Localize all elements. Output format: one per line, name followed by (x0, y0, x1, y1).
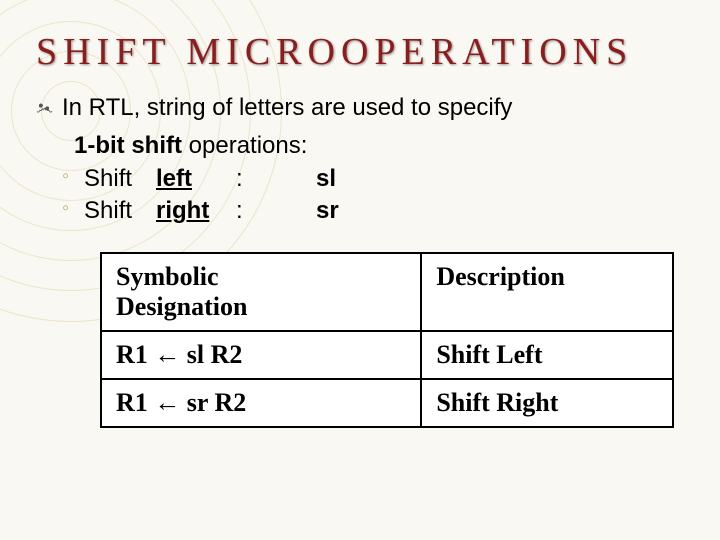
slide-title: SHIFT MICROOPERATIONS (36, 30, 684, 74)
colon-left: : (236, 163, 276, 195)
header-symbolic-line1: Symbolic (116, 262, 406, 292)
line2-bold: 1-bit shift (74, 132, 182, 159)
shift-left-word: left (156, 163, 236, 195)
sl-mnemonic: sl (276, 163, 356, 195)
table-row: R1 ← sl R2 Shift Left (101, 331, 673, 379)
sr-mnemonic: sr (276, 195, 356, 227)
colon-right: : (236, 195, 276, 227)
table-row: R1 ← sr R2 Shift Right (101, 379, 673, 427)
header-symbolic-line2: Designation (116, 292, 406, 322)
bullet-main: ෴ In RTL, string of letters are used to … (62, 92, 684, 124)
body-text: ෴ In RTL, string of letters are used to … (36, 92, 684, 228)
swirl-bullet-icon: ෴ (36, 96, 53, 120)
line2-rest: operations: (182, 132, 307, 159)
line2: 1-bit shift operations: (62, 130, 684, 162)
shift-table: Symbolic Designation Description R1 ← sl… (100, 252, 674, 428)
header-symbolic: Symbolic Designation (101, 253, 421, 331)
shift-right-prefix: Shift (84, 195, 156, 227)
slide: SHIFT MICROOPERATIONS ෴ In RTL, string o… (0, 0, 720, 428)
header-description: Description (421, 253, 673, 331)
table-header-row: Symbolic Designation Description (101, 253, 673, 331)
cell-desc-1: Shift Right (421, 379, 673, 427)
sub-shift-left: ◦ Shift left:sl (62, 163, 684, 195)
cell-sym-1: R1 ← sr R2 (101, 379, 421, 427)
shift-left-prefix: Shift (84, 163, 156, 195)
shift-table-wrap: Symbolic Designation Description R1 ← sl… (100, 252, 674, 428)
sub-bullet-icon: ◦ (62, 163, 69, 190)
sub-shift-right: ◦ Shift right:sr (62, 195, 684, 227)
sub-bullet-icon: ◦ (62, 195, 69, 222)
line1: In RTL, string of letters are used to sp… (62, 94, 512, 121)
cell-desc-0: Shift Left (421, 331, 673, 379)
shift-right-word: right (156, 195, 236, 227)
cell-sym-0: R1 ← sl R2 (101, 331, 421, 379)
